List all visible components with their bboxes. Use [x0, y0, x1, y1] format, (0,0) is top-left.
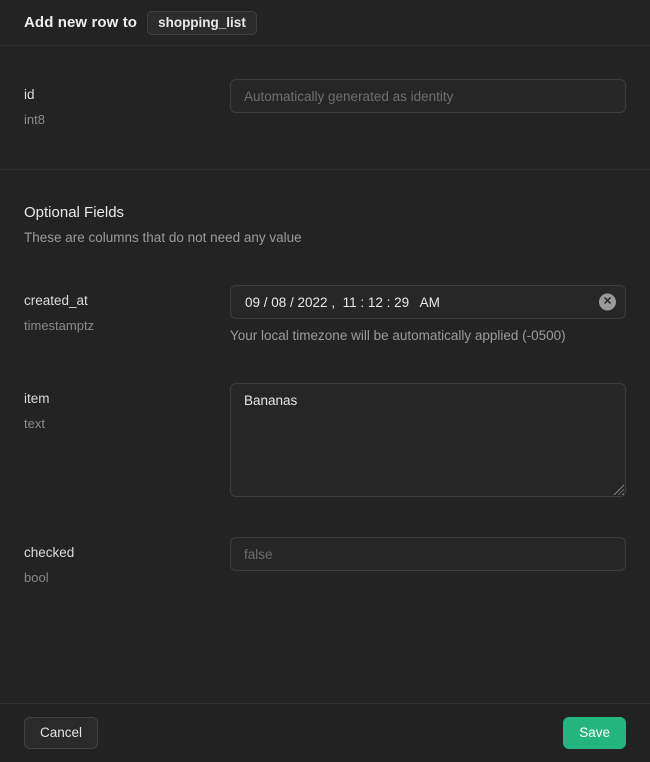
- clear-glyph: ✕: [603, 297, 612, 308]
- field-type-id: int8: [24, 112, 230, 127]
- cancel-button[interactable]: Cancel: [24, 717, 98, 749]
- created-at-datetime-input[interactable]: 09 / 08 / 2022 , 11 : 12 : 29 AM: [230, 285, 626, 319]
- optional-fields-section: Optional Fields These are columns that d…: [0, 170, 650, 703]
- field-name-checked: checked: [24, 545, 230, 560]
- field-control-created-at: 09 / 08 / 2022 , 11 : 12 : 29 AM ✕ Your …: [230, 285, 626, 343]
- field-row-id: id int8: [24, 79, 626, 127]
- field-row-created-at: created_at timestamptz 09 / 08 / 2022 , …: [24, 285, 626, 343]
- field-row-item: item text Bananas: [24, 383, 626, 497]
- circle-x-icon[interactable]: ✕: [599, 294, 616, 311]
- dialog-header: Add new row to shopping_list: [0, 0, 650, 46]
- field-control-checked: [230, 537, 626, 571]
- field-type-created-at: timestamptz: [24, 318, 230, 333]
- field-control-id: [230, 79, 626, 113]
- id-input[interactable]: [230, 79, 626, 113]
- field-labels-checked: checked bool: [24, 537, 230, 585]
- checked-input[interactable]: [230, 537, 626, 571]
- timezone-helper-text: Your local timezone will be automaticall…: [230, 328, 626, 343]
- dialog-title: Add new row to: [24, 14, 137, 31]
- item-textarea[interactable]: Bananas: [230, 383, 626, 497]
- field-name-id: id: [24, 87, 230, 102]
- field-name-created-at: created_at: [24, 293, 230, 308]
- field-row-checked: checked bool: [24, 537, 626, 585]
- required-fields-section: id int8: [0, 46, 650, 170]
- field-labels-created-at: created_at timestamptz: [24, 285, 230, 333]
- field-name-item: item: [24, 391, 230, 406]
- optional-section-heading: Optional Fields These are columns that d…: [24, 204, 626, 245]
- field-labels-id: id int8: [24, 79, 230, 127]
- field-control-item: Bananas: [230, 383, 626, 497]
- field-type-item: text: [24, 416, 230, 431]
- optional-section-title: Optional Fields: [24, 204, 626, 221]
- datetime-field-wrap: 09 / 08 / 2022 , 11 : 12 : 29 AM ✕: [230, 285, 626, 319]
- dialog-footer: Cancel Save: [0, 703, 650, 762]
- optional-section-description: These are columns that do not need any v…: [24, 230, 626, 245]
- field-labels-item: item text: [24, 383, 230, 431]
- field-type-checked: bool: [24, 570, 230, 585]
- table-name-badge: shopping_list: [147, 11, 257, 35]
- save-button[interactable]: Save: [563, 717, 626, 749]
